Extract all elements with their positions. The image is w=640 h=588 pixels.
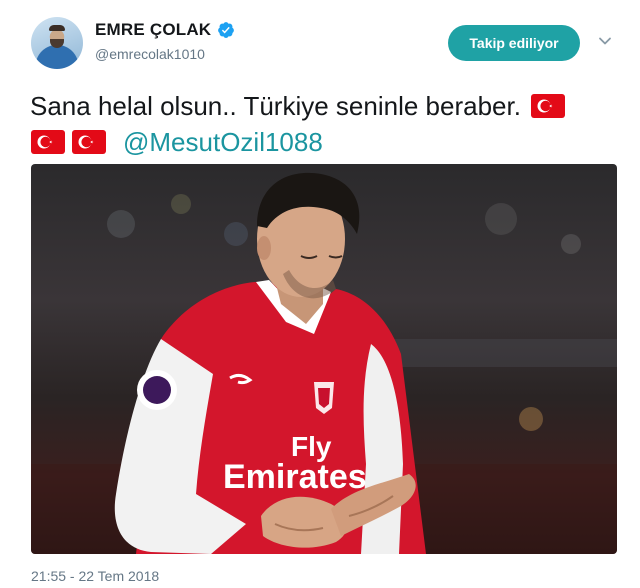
tweet-card: EMRE ÇOLAK @emrecolak1010 Takip ediliyor… bbox=[0, 0, 640, 588]
user-avatar[interactable] bbox=[31, 17, 83, 69]
verified-badge-icon bbox=[218, 22, 235, 38]
name-row: EMRE ÇOLAK bbox=[95, 20, 235, 40]
display-name[interactable]: EMRE ÇOLAK bbox=[95, 20, 211, 40]
tweet-photo[interactable]: Fly Emirates bbox=[31, 164, 617, 554]
turkey-flag-icon bbox=[31, 130, 65, 154]
mention-link[interactable]: @MesutOzil1088 bbox=[123, 124, 323, 160]
tweet-timestamp[interactable]: 21:55 - 22 Tem 2018 bbox=[31, 568, 159, 584]
turkey-flag-icon bbox=[530, 94, 565, 118]
following-button[interactable]: Takip ediliyor bbox=[448, 25, 580, 61]
tweet-text: Sana helal olsun.. Türkiye seninle berab… bbox=[30, 88, 620, 160]
avatar-beard bbox=[50, 39, 64, 48]
avatar-hair bbox=[49, 25, 65, 31]
jersey-sponsor-line2: Emirates bbox=[223, 458, 367, 496]
tweet-text-line: Sana helal olsun.. Türkiye seninle berab… bbox=[30, 91, 521, 121]
chevron-down-icon[interactable] bbox=[598, 34, 612, 48]
user-handle[interactable]: @emrecolak1010 bbox=[95, 46, 205, 62]
photo-illustration: Fly Emirates bbox=[31, 172, 617, 554]
turkey-flag-icon bbox=[72, 130, 106, 154]
